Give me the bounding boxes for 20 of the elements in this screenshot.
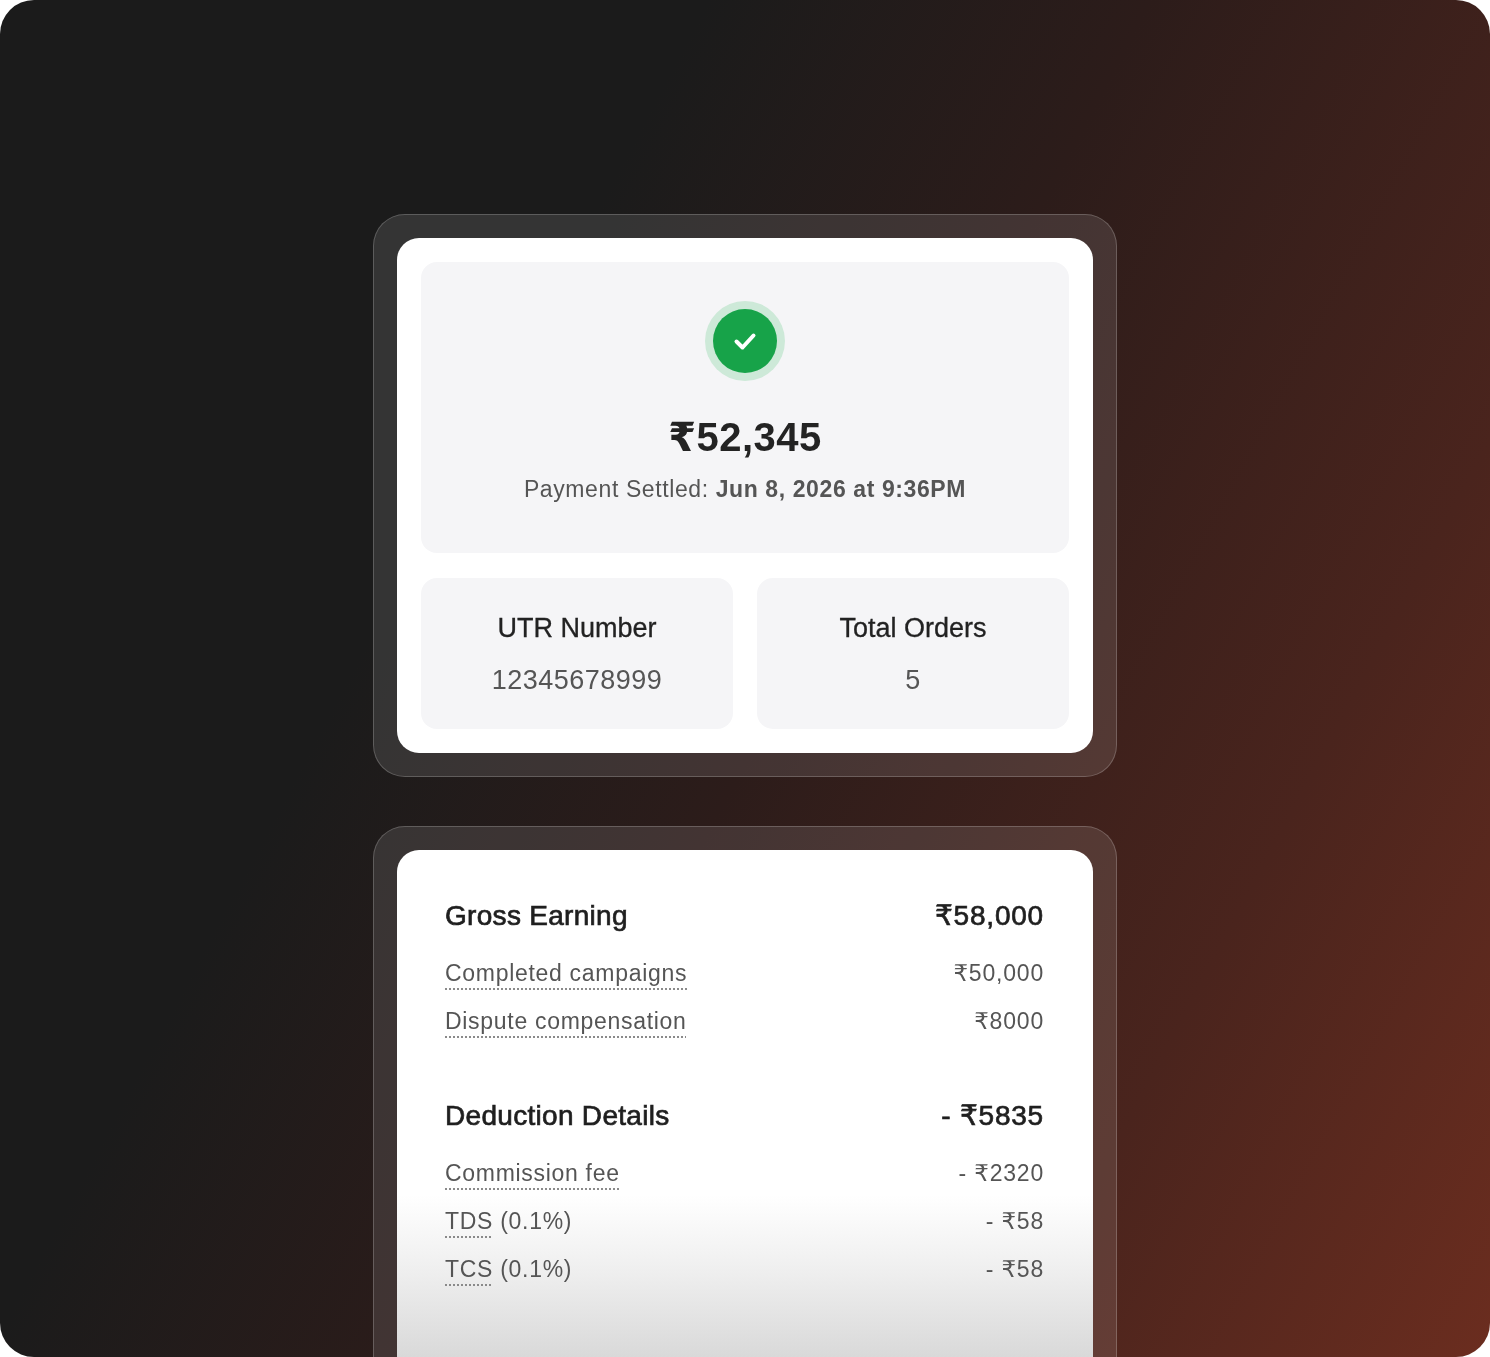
section-title: Deduction Details: [445, 1099, 670, 1133]
line-item-label: TCS (0.1%): [445, 1255, 573, 1284]
section-title: Gross Earning: [445, 899, 628, 933]
line-item-amount: ₹8000: [974, 1007, 1044, 1036]
line-item-label: Commission fee: [445, 1159, 620, 1188]
stat-label: Total Orders: [839, 612, 987, 645]
settled-amount: ₹52,345: [668, 414, 822, 461]
line-item-amount: - ₹2320: [958, 1159, 1044, 1188]
stat-label: UTR Number: [497, 612, 657, 645]
section-total: ₹58,000: [934, 899, 1044, 933]
line-item-amount: ₹50,000: [953, 959, 1044, 988]
stat-value: 12345678999: [491, 664, 663, 697]
settlement-date-text: Payment Settled: Jun 8, 2026 at 9:36PM: [523, 475, 967, 503]
line-item-amount: - ₹58: [985, 1207, 1044, 1236]
line-item-amount: - ₹58: [985, 1255, 1044, 1284]
line-item-label: TDS (0.1%): [445, 1207, 573, 1236]
section-total: - ₹5835: [941, 1099, 1044, 1133]
line-item-label: Completed campaigns: [445, 959, 688, 988]
line-item-label: Dispute compensation: [445, 1007, 687, 1036]
stat-value: 5: [905, 664, 921, 697]
